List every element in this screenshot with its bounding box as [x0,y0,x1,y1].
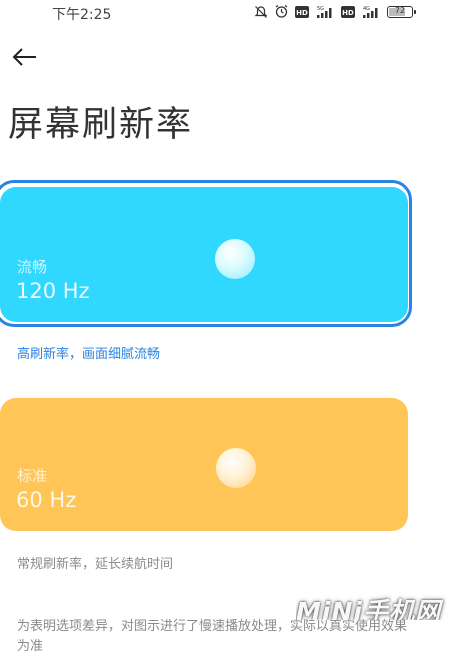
signal-4g-icon: 4G [361,5,381,19]
preview-ball [216,448,256,488]
battery-level: 72 [394,5,406,15]
option-label: 标准 [17,467,48,485]
network-2-label: 4G [363,6,370,12]
option-label: 流畅 [17,258,48,276]
preview-ball [215,239,255,279]
option-value: 120 Hz [16,279,90,303]
arrow-left-icon [12,48,36,66]
svg-text:HD: HD [342,9,354,17]
status-bar: 下午2:25 HD 5G HD 4G 72 [0,0,471,26]
page-title: 屏幕刷新率 [8,105,194,145]
alarm-icon [274,4,289,19]
option-description: 高刷新率，画面细腻流畅 [17,347,161,362]
status-icons: HD 5G HD 4G 72 [254,4,416,19]
option-value: 60 Hz [16,488,77,512]
footnote: 为表明选项差异，对图示进行了慢速播放处理，实际以真实使用效果为准 [17,619,408,654]
status-time: 下午2:25 [52,7,112,23]
mute-icon [254,5,268,19]
watermark: MiNi手机网 [296,597,441,620]
option-description: 常规刷新率，延长续航时间 [17,557,174,572]
option-60hz-card[interactable]: 标准 60 Hz [0,398,408,531]
hd-icon: HD [341,5,355,18]
option-120hz-card[interactable]: 流畅 120 Hz [0,187,408,322]
battery-icon: 72 [387,5,416,18]
network-1-label: 5G [317,6,324,12]
hd-icon: HD [295,5,309,18]
svg-text:HD: HD [296,9,308,17]
signal-5g-icon: 5G [315,5,335,19]
back-button[interactable] [8,42,42,72]
